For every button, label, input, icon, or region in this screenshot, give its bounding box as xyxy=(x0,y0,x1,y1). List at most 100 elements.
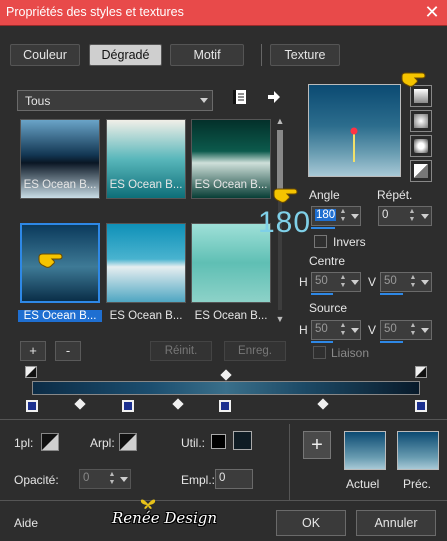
gallery-item-label[interactable]: ES Ocean B... xyxy=(189,310,273,322)
add-to-library-button[interactable]: + xyxy=(303,431,331,459)
source-v-spinbox[interactable]: 50 ▲ ▼ xyxy=(380,320,432,340)
scroll-down-icon[interactable]: ▼ xyxy=(275,314,285,324)
spin-arrows-icon[interactable]: ▲ ▼ xyxy=(107,471,117,487)
source-h-spinbox[interactable]: 50 ▲ ▼ xyxy=(311,320,361,340)
close-icon[interactable]: ✕ xyxy=(423,3,441,21)
remove-gradient-button[interactable]: - xyxy=(55,341,81,361)
color-stop[interactable] xyxy=(415,400,427,412)
chevron-down-icon[interactable] xyxy=(420,208,430,224)
color-midpoint-marker[interactable] xyxy=(317,398,329,410)
chevron-down-icon[interactable] xyxy=(119,471,129,487)
help-label[interactable]: Aide xyxy=(14,516,38,530)
tab-degrade[interactable]: Dégradé xyxy=(89,44,162,66)
invert-checkbox[interactable] xyxy=(314,235,327,248)
opacity-value[interactable]: 0 xyxy=(83,472,89,484)
color-midpoint-marker[interactable] xyxy=(74,398,86,410)
gallery-item-label[interactable]: ES Ocean B... xyxy=(104,179,188,191)
color-stop[interactable] xyxy=(122,400,134,412)
cancel-button[interactable]: Annuler xyxy=(356,510,436,536)
opacity-midpoint-marker[interactable] xyxy=(220,369,232,381)
gallery-item-label[interactable]: ES Ocean B... xyxy=(18,179,102,191)
spin-arrows-icon[interactable]: ▲ ▼ xyxy=(408,322,418,338)
source-h-label: H xyxy=(299,323,308,337)
gradient-preview xyxy=(308,84,401,177)
spin-arrows-icon[interactable]: ▲ ▼ xyxy=(338,322,348,338)
gallery-item-label[interactable]: ES Ocean B... xyxy=(189,179,273,191)
source-label: Source xyxy=(309,301,348,315)
add-gradient-button[interactable]: + xyxy=(20,341,46,361)
center-h-slider[interactable] xyxy=(311,293,333,295)
opacity-label: Opacité: xyxy=(14,473,59,487)
background-swatch[interactable] xyxy=(119,433,137,451)
library-icon[interactable] xyxy=(232,89,248,105)
first-swatch[interactable] xyxy=(41,433,59,451)
repeat-label: Répét. xyxy=(377,188,413,202)
source-h-value[interactable]: 50 xyxy=(315,323,328,335)
angle-slider[interactable] xyxy=(311,227,335,229)
color-stop[interactable] xyxy=(219,400,231,412)
angle-spinbox[interactable]: 180 ▲ ▼ xyxy=(311,206,361,226)
chevron-down-icon[interactable] xyxy=(350,322,360,338)
linear-style-button[interactable] xyxy=(410,85,432,107)
spin-arrows-icon[interactable]: ▲ ▼ xyxy=(338,274,348,290)
used-label: Util.: xyxy=(181,436,205,450)
spin-arrows-icon[interactable]: ▲ ▼ xyxy=(407,208,417,224)
chevron-down-icon[interactable] xyxy=(350,274,360,290)
center-v-label: V xyxy=(368,275,377,289)
chevron-down-icon[interactable] xyxy=(350,208,360,224)
save-button[interactable]: Enreg. xyxy=(224,341,286,361)
gallery-item-label-selected[interactable]: ES Ocean B... xyxy=(18,310,102,322)
tab-texture[interactable]: Texture xyxy=(270,44,340,66)
rectangular-style-button[interactable] xyxy=(410,110,432,132)
angle-value[interactable]: 180 xyxy=(315,209,337,221)
divider xyxy=(0,419,447,420)
opacity-stop-right[interactable] xyxy=(415,366,427,378)
chevron-down-icon[interactable] xyxy=(420,274,430,290)
divider xyxy=(289,424,290,500)
spin-arrows-icon[interactable]: ▲ ▼ xyxy=(408,274,418,290)
chevron-down-icon[interactable] xyxy=(420,322,430,338)
gallery-item-label[interactable]: ES Ocean B... xyxy=(104,310,188,322)
current-gradient-swatch[interactable] xyxy=(344,431,386,470)
dropdown-value: Tous xyxy=(25,94,51,108)
category-dropdown[interactable]: Tous xyxy=(17,90,213,111)
source-v-slider[interactable] xyxy=(380,341,403,343)
color-stop[interactable] xyxy=(26,400,38,412)
repeat-spinbox[interactable]: 0 ▲ ▼ xyxy=(378,206,432,226)
source-h-slider[interactable] xyxy=(311,341,333,343)
center-v-value[interactable]: 50 xyxy=(384,275,397,287)
location-field[interactable]: 0 xyxy=(215,469,253,489)
link-checkbox[interactable] xyxy=(313,346,326,359)
color-midpoint-marker[interactable] xyxy=(172,398,184,410)
scroll-thumb[interactable] xyxy=(277,130,283,192)
previous-gradient-swatch[interactable] xyxy=(397,431,439,470)
location-value[interactable]: 0 xyxy=(219,472,225,484)
center-v-spinbox[interactable]: 50 ▲ ▼ xyxy=(380,272,432,292)
center-v-slider[interactable] xyxy=(380,293,403,295)
center-h-value[interactable]: 50 xyxy=(315,275,328,287)
gallery-item-thumbnail[interactable] xyxy=(106,223,186,303)
used-swatch-black[interactable] xyxy=(211,434,226,449)
arrow-right-icon[interactable] xyxy=(266,89,282,105)
used-swatch-dark[interactable] xyxy=(233,431,252,450)
sunburst-style-button[interactable] xyxy=(410,160,432,182)
tab-separator xyxy=(261,44,262,66)
source-v-value[interactable]: 50 xyxy=(384,323,397,335)
center-h-spinbox[interactable]: 50 ▲ ▼ xyxy=(311,272,361,292)
opacity-stop-left[interactable] xyxy=(25,366,37,378)
ok-button[interactable]: OK xyxy=(276,510,346,536)
spin-arrows-icon[interactable]: ▲ ▼ xyxy=(338,208,348,224)
watermark: Renée Design xyxy=(112,509,218,527)
gradient-bar[interactable] xyxy=(32,381,420,395)
reset-button[interactable]: Réinit. xyxy=(150,341,212,361)
previous-label: Préc. xyxy=(403,477,432,491)
scroll-up-icon[interactable]: ▲ xyxy=(275,116,285,126)
tab-motif[interactable]: Motif xyxy=(170,44,244,66)
gradient-gallery: ES Ocean B... ES Ocean B... ES Ocean B..… xyxy=(15,116,273,326)
first-label: 1pl: xyxy=(14,436,34,450)
window-title: Propriétés des styles et textures xyxy=(6,5,184,19)
opacity-spinbox[interactable]: 0 ▲ ▼ xyxy=(79,469,131,489)
tab-couleur[interactable]: Couleur xyxy=(10,44,80,66)
radial-style-button[interactable] xyxy=(410,135,432,157)
repeat-value[interactable]: 0 xyxy=(382,209,388,221)
